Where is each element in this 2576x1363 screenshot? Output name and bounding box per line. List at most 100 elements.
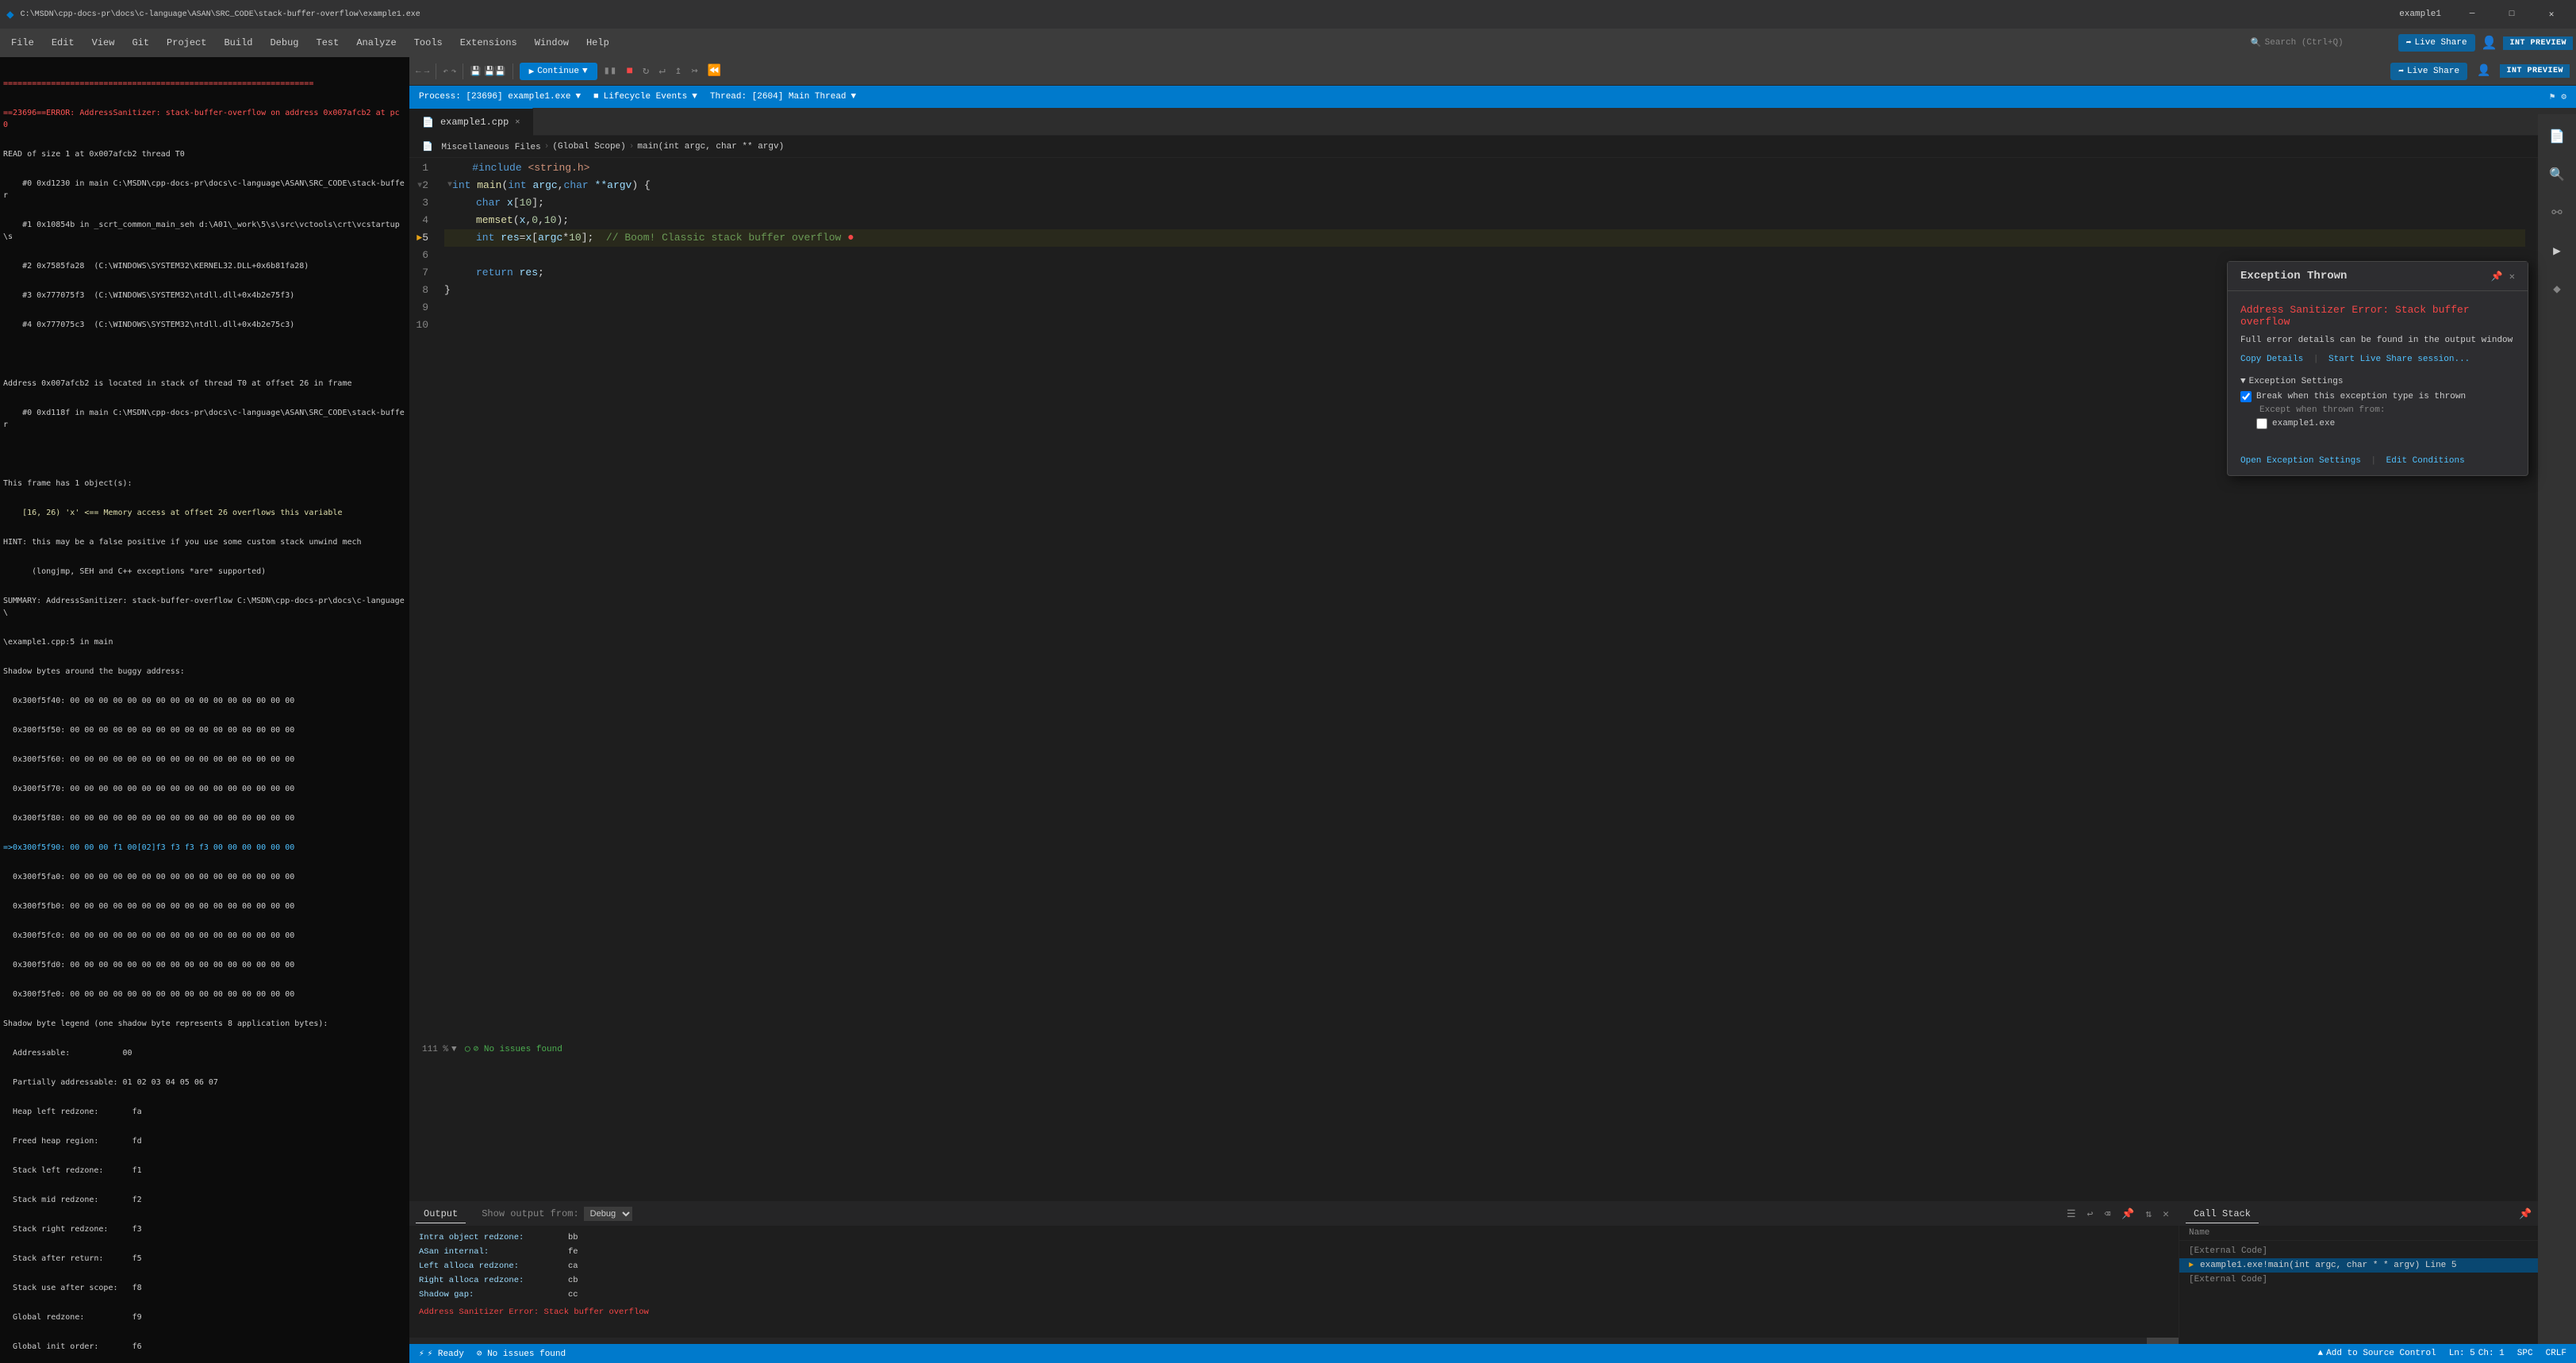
status-spaces[interactable]: SPC [2517,1349,2533,1358]
output-expand-icon[interactable]: ⇅ [2142,1207,2155,1222]
menu-item-edit[interactable]: Edit [44,34,83,52]
thread-selector[interactable]: Thread: [2604] Main Thread ▼ [710,92,856,102]
menu-item-file[interactable]: File [3,34,42,52]
breadcrumb-file-source[interactable]: 📄 Miscellaneous Files [422,141,541,152]
callstack-pin-icon[interactable]: 📌 [2516,1207,2535,1222]
callstack-row-main[interactable]: ► example1.exe!main(int argc, char * * a… [2179,1258,2576,1273]
status-add-source-control[interactable]: ▲ Add to Source Control [2318,1349,2436,1358]
process-selector[interactable]: Process: [23696] example1.exe ▼ [419,92,581,102]
num-10-2: 10 [544,212,557,229]
activity-explorer-icon[interactable]: 📄 [2541,121,2573,152]
callstack-row-external1[interactable]: [External Code] [2179,1244,2576,1258]
menu-item-test[interactable]: Test [309,34,347,52]
step-back-icon[interactable]: ⏪ [704,63,724,79]
copy-details-link[interactable]: Copy Details [2240,355,2303,364]
activity-source-control-icon[interactable]: ⚯ [2541,197,2573,228]
callstack-row-external2[interactable]: [External Code] [2179,1273,2576,1287]
output-list-icon[interactable]: ☰ [2063,1207,2079,1222]
start-live-share-link[interactable]: Start Live Share session... [2328,355,2470,364]
menu-item-window[interactable]: Window [527,34,577,52]
output-pin-icon[interactable]: 📌 [2118,1207,2137,1222]
code-lines[interactable]: #include <string.h> ▼ int main [438,158,2536,1201]
output-source-select[interactable]: Debug [584,1207,632,1221]
stop-icon[interactable]: ■ [623,63,635,79]
exception-settings-title[interactable]: ▼ Exception Settings [2240,377,2515,386]
account-toolbar-icon[interactable]: 👤 [2477,64,2490,78]
output-clear-icon[interactable]: ⌫ [2101,1207,2113,1222]
status-line-col[interactable]: Ln: 5 Ch: 1 [2449,1349,2505,1358]
tab-example1cpp[interactable]: 📄 example1.cpp ✕ [409,108,533,136]
step-out-icon[interactable]: ↣ [688,63,701,79]
callstack-tab[interactable]: Call Stack [2186,1205,2259,1223]
live-share-button[interactable]: ➦ Live Share [2398,34,2475,52]
tab-close-button[interactable]: ✕ [515,117,520,127]
exception-close-icon[interactable]: ✕ [2509,271,2515,282]
menu-item-extensions[interactable]: Extensions [452,34,525,52]
code-line-4[interactable]: memset ( x , 0 , 10 ); [444,212,2530,229]
break-exception-checkbox[interactable] [2240,391,2252,402]
breadcrumb-scope[interactable]: (Global Scope) [552,142,625,152]
status-encoding[interactable]: CRLF [2546,1349,2566,1358]
output-panel: Output Show output from: Debug ☰ ↩ ⌫ [409,1202,2179,1344]
code-line-6[interactable] [444,247,2530,264]
bookmark-icon[interactable]: ⚑ [2550,91,2555,102]
search-icon: 🔍 [2251,37,2262,48]
restart-icon[interactable]: ↻ [639,63,652,79]
terminal-line: Freed heap region: fd [3,1135,406,1147]
pin-icon[interactable]: 📌 [2491,271,2503,282]
output-tab[interactable]: Output [416,1205,466,1223]
continue-button[interactable]: ▶ Continue ▼ [520,63,597,80]
terminal-line: Stack after return: f5 [3,1253,406,1265]
menu-item-build[interactable]: Build [216,34,260,52]
settings-debug-icon[interactable]: ⚙ [2561,91,2566,102]
search-placeholder[interactable]: Search (Ctrl+Q) [2265,38,2344,48]
code-editor[interactable]: 1 ▼ 2 3 4 [409,158,2576,1201]
save-all-icon[interactable]: 💾💾 [484,66,505,77]
pause-icon[interactable]: ▮▮ [601,63,620,79]
live-share-toolbar-button[interactable]: ➦ Live Share [2390,63,2467,80]
output-scroll-area[interactable] [409,1338,2179,1344]
forward-icon[interactable]: → [424,67,430,76]
redo-icon[interactable]: ↷ [451,66,457,77]
menu-item-view[interactable]: View [84,34,123,52]
zoom-status[interactable]: 111 % ▼ [422,1045,457,1054]
code-line-7[interactable]: return res ; [444,264,2530,282]
process-dropdown-icon: ▼ [575,92,581,102]
step-over-icon[interactable]: ↵ [655,63,668,79]
activity-debug-icon[interactable]: ▶ [2541,235,2573,267]
maximize-button[interactable]: □ [2493,0,2530,29]
code-line-2[interactable]: ▼ int main ( int argc , char [444,177,2530,194]
activity-extensions-icon[interactable]: ◆ [2541,273,2573,305]
code-line-1[interactable]: #include <string.h> [444,159,2530,177]
edit-conditions-link[interactable]: Edit Conditions [2386,456,2465,466]
menu-item-git[interactable]: Git [124,34,157,52]
code-line-10[interactable] [444,317,2530,334]
output-close-icon[interactable]: ✕ [2159,1207,2172,1222]
menu-item-analyze[interactable]: Analyze [348,34,404,52]
breadcrumb-function[interactable]: main(int argc, char ** argv) [637,142,784,152]
lifecycle-selector[interactable]: ■ Lifecycle Events ▼ [593,92,697,102]
menu-item-debug[interactable]: Debug [262,34,306,52]
code-line-3[interactable]: char x [ 10 ]; [444,194,2530,212]
activity-search-icon[interactable]: 🔍 [2541,159,2573,190]
back-icon[interactable]: ← [416,67,421,76]
debug-controls: ▮▮ ■ ↻ ↵ ↥ ↣ ⏪ [601,63,724,79]
output-wrap-icon[interactable]: ↩ [2084,1207,2097,1222]
menu-item-help[interactable]: Help [578,34,617,52]
open-exception-settings-link[interactable]: Open Exception Settings [2240,456,2361,466]
status-debug-label[interactable]: ⚡ ⚡ Ready [419,1348,464,1359]
status-no-issues[interactable]: ⊘ No issues found [477,1348,566,1359]
step-into-icon[interactable]: ↥ [672,63,685,79]
code-line-9[interactable] [444,299,2530,317]
code-line-8[interactable]: } [444,282,2530,299]
account-icon[interactable]: 👤 [2482,35,2497,51]
menu-item-project[interactable]: Project [159,34,214,52]
close-button[interactable]: ✕ [2533,0,2570,29]
save-icon[interactable]: 💾 [470,66,481,77]
code-line-5[interactable]: int res = x [ argc * 10 ]; // Bo [444,229,2530,247]
menu-item-tools[interactable]: Tools [406,34,451,52]
undo-icon[interactable]: ↶ [443,66,448,77]
bracket2: ]; [532,194,544,212]
minimize-button[interactable]: ─ [2454,0,2490,29]
example-exe-checkbox[interactable] [2256,418,2267,429]
